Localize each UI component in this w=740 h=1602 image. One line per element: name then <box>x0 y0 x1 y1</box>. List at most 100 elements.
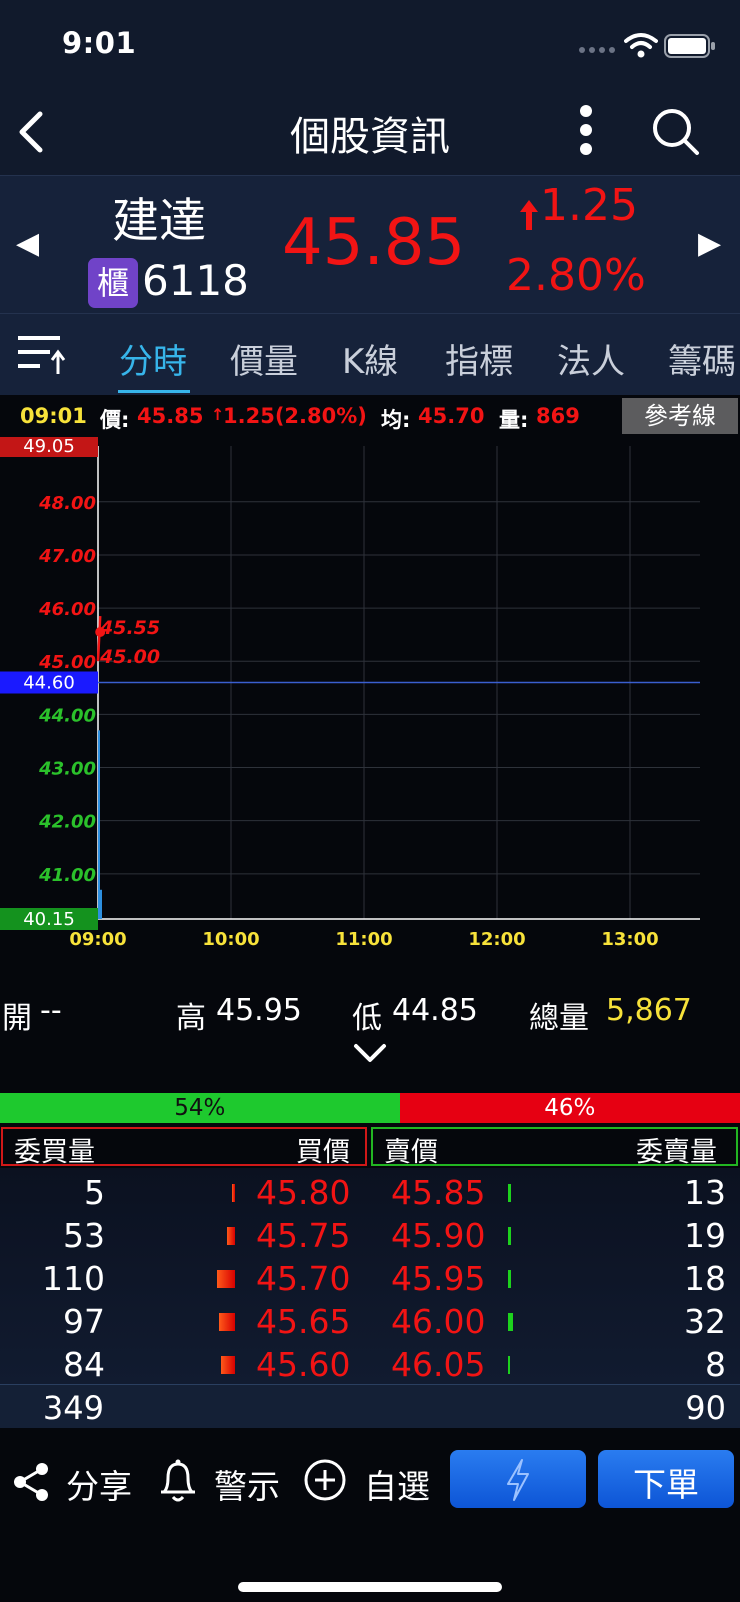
tab-intraday[interactable]: 分時 <box>119 334 187 383</box>
order-book: 5 45.80 45.85 13 53 45.75 45.90 19 110 4… <box>0 1168 740 1384</box>
order-book-row: 53 45.75 45.90 19 <box>0 1213 740 1256</box>
ask-volume-bar <box>508 1184 511 1202</box>
info-change: 1.25(2.80%) <box>223 404 367 428</box>
tab-bar: 分時 價量 K線 指標 法人 籌碼 <box>0 313 740 395</box>
order-book-row: 110 45.70 45.95 18 <box>0 1256 740 1299</box>
ask-volume-header: 委賣量 <box>636 1137 717 1168</box>
search-icon[interactable] <box>650 106 702 158</box>
y-tick-label: 43.00 <box>38 759 96 780</box>
lightning-icon <box>507 1459 529 1501</box>
info-price: 45.85 <box>137 404 204 428</box>
buy-sell-ratio-bar: 54% 46% <box>0 1093 740 1123</box>
bid-volume: 5 <box>84 1173 105 1212</box>
home-indicator <box>238 1582 502 1592</box>
info-avg: 45.70 <box>418 404 485 428</box>
bid-price[interactable]: 45.75 <box>256 1216 350 1255</box>
total-ask-volume: 90 <box>685 1389 726 1427</box>
watchlist-button[interactable]: 自選 <box>364 1460 430 1508</box>
total-volume-value: 5,867 <box>606 993 692 1028</box>
up-arrow-icon <box>520 200 538 230</box>
sell-ratio-label: 46% <box>544 1095 596 1121</box>
order-book-row: 84 45.60 46.05 8 <box>0 1342 740 1385</box>
nav-bar: 個股資訊 <box>0 90 740 175</box>
bid-volume-bar <box>221 1356 235 1374</box>
info-price-label: 價: <box>100 408 130 432</box>
x-tick-label: 13:00 <box>601 929 658 950</box>
ask-volume: 18 <box>684 1259 726 1298</box>
ask-price[interactable]: 45.85 <box>391 1173 485 1212</box>
info-time: 09:01 <box>20 404 87 428</box>
last-price: 45.85 <box>282 206 466 280</box>
ask-volume: 13 <box>684 1173 726 1212</box>
share-button[interactable]: 分享 <box>66 1460 132 1508</box>
bid-volume-bar <box>232 1184 235 1202</box>
active-tab-indicator <box>118 390 190 393</box>
bid-price[interactable]: 45.70 <box>256 1259 350 1298</box>
high-label: 高 <box>176 1001 206 1036</box>
ask-volume: 8 <box>705 1345 726 1384</box>
open-value: -- <box>40 993 62 1028</box>
chart-annotations: 45.55 45.00 <box>99 617 160 668</box>
ask-volume: 19 <box>684 1216 726 1255</box>
alert-button[interactable]: 警示 <box>214 1460 280 1508</box>
signal-icon <box>579 47 615 53</box>
ask-volume-bar <box>508 1227 511 1245</box>
x-tick-label: 10:00 <box>202 929 259 950</box>
y-tick-label: 48.00 <box>38 493 96 514</box>
wifi-icon <box>624 33 658 58</box>
place-order-button[interactable]: 下單 <box>598 1450 734 1508</box>
volume-bars <box>98 730 102 919</box>
chart-info-bar: 09:01 價: 45.85 ↑ 1.25(2.80%) 均: 45.70 量:… <box>0 395 740 437</box>
open-label: 開 <box>2 1001 32 1036</box>
x-tick-label: 12:00 <box>468 929 525 950</box>
lower-limit-label: 40.15 <box>23 909 75 930</box>
share-icon[interactable] <box>12 1462 50 1502</box>
price-change-pct: 2.80% <box>506 250 646 301</box>
y-tick-label: 42.00 <box>38 812 96 833</box>
page-title: 個股資訊 <box>290 114 450 160</box>
status-bar: 9:01 <box>0 0 740 90</box>
bid-volume: 53 <box>63 1216 105 1255</box>
bell-icon[interactable] <box>158 1458 198 1504</box>
more-icon[interactable] <box>576 104 596 156</box>
bid-price[interactable]: 45.60 <box>256 1345 350 1384</box>
tab-institutional[interactable]: 法人 <box>557 334 625 383</box>
sort-menu-icon[interactable] <box>16 334 68 376</box>
bid-price[interactable]: 45.80 <box>256 1173 350 1212</box>
tab-indicators[interactable]: 指標 <box>445 334 513 383</box>
ask-price[interactable]: 45.90 <box>391 1216 485 1255</box>
prev-stock-icon[interactable]: ◀ <box>16 226 39 261</box>
quick-order-button[interactable] <box>450 1450 586 1508</box>
upper-limit-label: 49.05 <box>23 437 75 457</box>
reference-line-button[interactable]: 參考線 <box>622 398 738 434</box>
next-stock-icon[interactable]: ▶ <box>698 226 721 261</box>
stock-code: 6118 <box>142 256 249 305</box>
bid-volume-bar <box>219 1313 235 1331</box>
ask-volume: 32 <box>684 1302 726 1341</box>
bid-volume-bar <box>227 1227 235 1245</box>
info-avg-label: 均: <box>381 408 411 432</box>
y-tick-label: 41.00 <box>38 865 96 886</box>
quote-header: ◀ 建達 櫃 6118 45.85 1.25 2.80% ▶ <box>0 175 740 313</box>
expand-chevron-icon[interactable] <box>352 1042 388 1064</box>
bid-volume: 84 <box>63 1345 105 1384</box>
ask-price[interactable]: 46.05 <box>391 1345 485 1384</box>
add-watchlist-icon[interactable] <box>303 1458 347 1502</box>
chart-annotation: 45.00 <box>99 646 160 668</box>
chart-annotation: 45.55 <box>99 617 160 639</box>
y-tick-label: 45.00 <box>38 652 96 673</box>
intraday-chart[interactable]: 49.05 40.15 44.60 48.00 47.00 46.00 45.00 44… <box>0 437 740 967</box>
reference-price-label: 44.60 <box>23 673 75 694</box>
tab-price-volume[interactable]: 價量 <box>230 334 298 383</box>
bid-volume: 110 <box>42 1259 105 1298</box>
ask-price[interactable]: 45.95 <box>391 1259 485 1298</box>
low-value: 44.85 <box>392 993 478 1028</box>
ask-price[interactable]: 46.00 <box>391 1302 485 1341</box>
battery-icon <box>664 34 715 58</box>
price-change: 1.25 <box>540 180 638 231</box>
bid-price[interactable]: 45.65 <box>256 1302 350 1341</box>
tab-kline[interactable]: K線 <box>342 334 398 383</box>
tab-chips[interactable]: 籌碼 <box>668 334 736 383</box>
ask-volume-bar <box>508 1356 510 1374</box>
ask-price-header: 賣價 <box>384 1137 438 1168</box>
